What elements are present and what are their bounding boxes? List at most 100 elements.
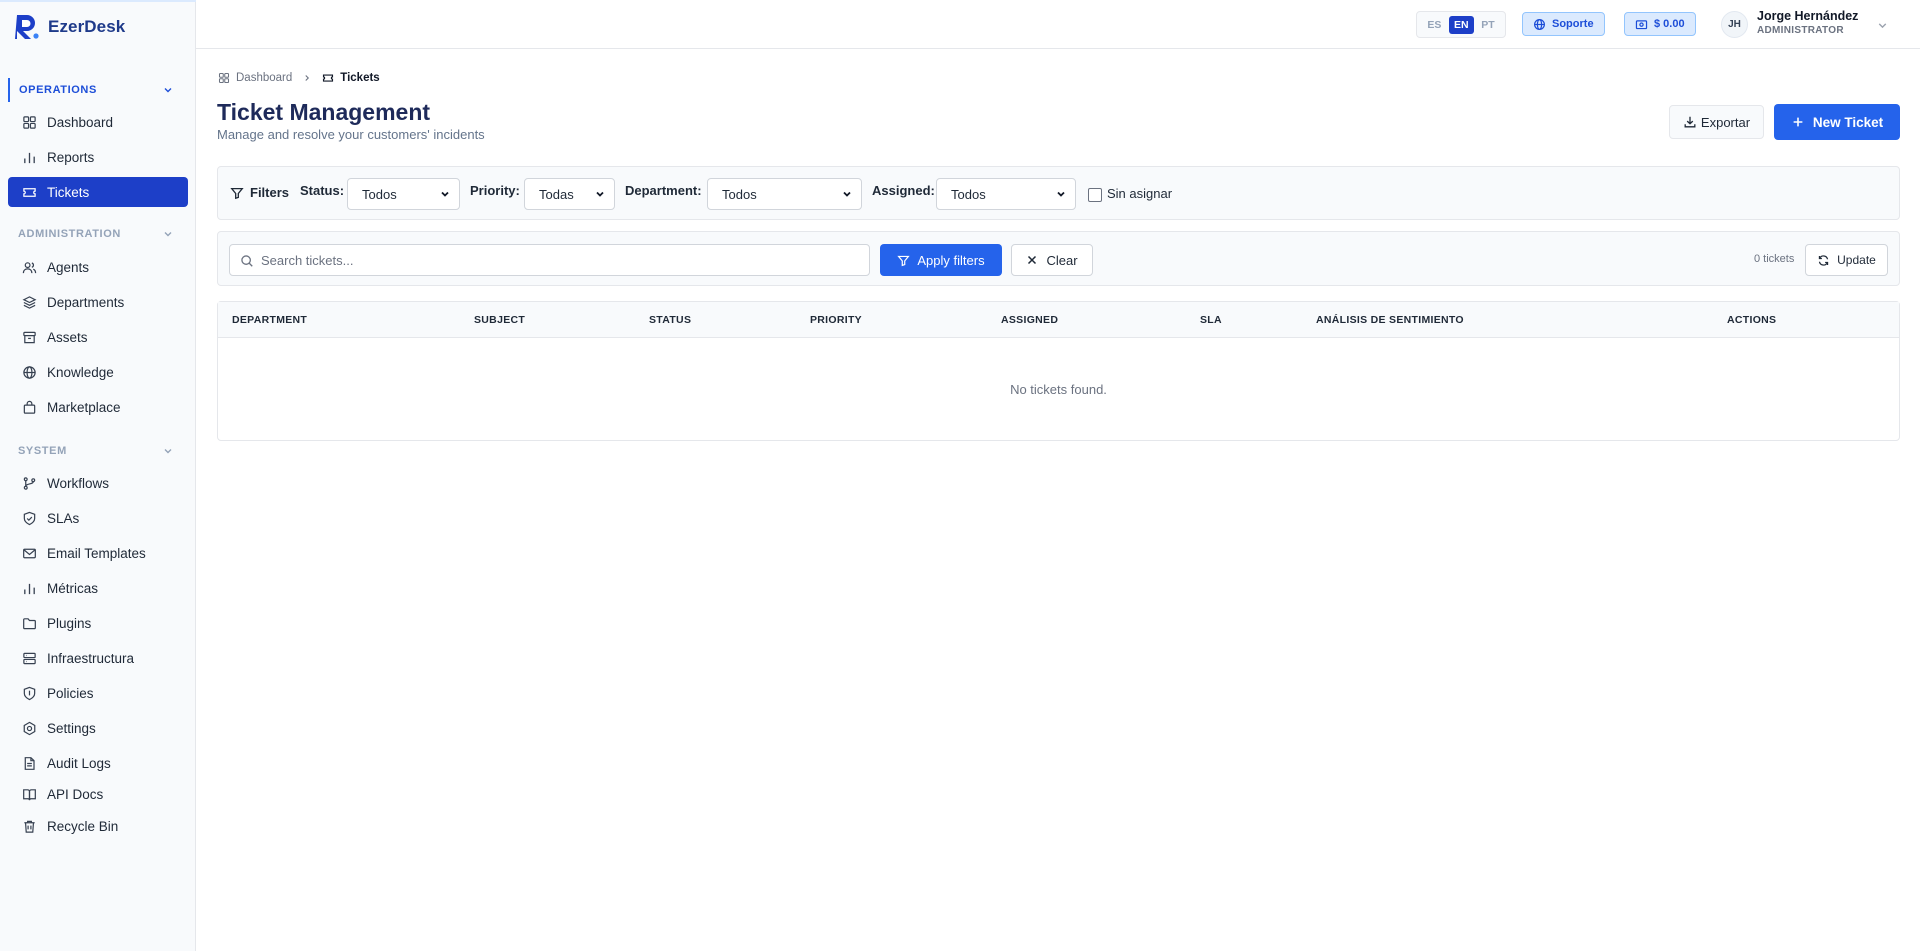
breadcrumb: Dashboard Tickets: [218, 70, 380, 86]
dashboard-grid-icon: [23, 115, 36, 129]
chevron-down-icon: [843, 191, 851, 197]
page-title: Ticket Management: [217, 99, 431, 125]
layers-icon: [22, 295, 37, 309]
sidebar-item-marketplace[interactable]: Marketplace: [8, 392, 188, 422]
update-label: Update: [1837, 253, 1876, 267]
book-open-icon: [23, 788, 36, 800]
column-header-sentiment[interactable]: ANÁLISIS DE SENTIMIENTO: [1316, 314, 1464, 326]
assigned-filter-label: Assigned:: [872, 183, 935, 198]
section-title: ADMINISTRATION: [18, 228, 121, 240]
column-header-subject[interactable]: SUBJECT: [474, 314, 525, 326]
department-select[interactable]: Todos: [707, 178, 862, 210]
sidebar-item-tickets[interactable]: Tickets: [8, 177, 188, 207]
sidebar-item-label: Tickets: [47, 184, 90, 200]
column-header-priority[interactable]: PRIORITY: [810, 314, 862, 326]
new-ticket-button[interactable]: New Ticket: [1774, 104, 1900, 140]
sidebar-item-label: Workflows: [47, 475, 110, 491]
server-icon: [23, 652, 36, 664]
filters-title-text: Filters: [250, 185, 290, 200]
sidebar-item-label: SLAs: [47, 510, 80, 526]
bar-chart-icon: [24, 583, 35, 594]
column-header-status[interactable]: STATUS: [649, 314, 691, 326]
sidebar-item-reports[interactable]: Reports: [8, 142, 188, 172]
chevron-down-icon: [1057, 191, 1065, 197]
dashboard-grid-icon: [218, 72, 230, 84]
sidebar-item-policies[interactable]: Policies: [8, 678, 188, 708]
sidebar-item-plugins[interactable]: Plugins: [8, 608, 188, 638]
chevron-down-icon: [164, 88, 172, 93]
support-label: Soporte: [1552, 18, 1594, 30]
search-icon: [241, 255, 253, 267]
language-es[interactable]: ES: [1422, 16, 1446, 34]
sidebar-item-knowledge[interactable]: Knowledge: [8, 357, 188, 387]
status-select[interactable]: Todos: [347, 178, 460, 210]
support-button[interactable]: Soporte: [1522, 12, 1605, 36]
sidebar-item-agents[interactable]: Agents: [8, 252, 188, 282]
export-button[interactable]: Exportar: [1669, 105, 1764, 139]
shield-icon: [23, 686, 36, 700]
user-name[interactable]: Jorge Hernández: [1757, 9, 1858, 23]
breadcrumb-home-link[interactable]: Dashboard: [236, 72, 292, 84]
clear-button[interactable]: Clear: [1011, 244, 1093, 276]
sidebar-item-label: Métricas: [47, 580, 99, 596]
column-header-sla[interactable]: SLA: [1200, 314, 1222, 326]
filters-title: Filters: [230, 185, 289, 200]
new-ticket-label: New Ticket: [1812, 114, 1884, 130]
sidebar: EzerDesk OPERATIONS Dashboard Reports Ti…: [0, 0, 196, 951]
sidebar-item-settings[interactable]: Settings: [8, 713, 188, 743]
wallet-icon: [1635, 19, 1648, 29]
unassigned-checkbox[interactable]: [1088, 188, 1102, 202]
avatar[interactable]: JH: [1721, 11, 1748, 38]
column-header-assigned[interactable]: ASSIGNED: [1001, 314, 1058, 326]
table-header: DEPARTMENT SUBJECT STATUS PRIORITY ASSIG…: [218, 302, 1899, 338]
sidebar-item-recycle-bin[interactable]: Recycle Bin: [8, 811, 188, 841]
update-button[interactable]: Update: [1805, 244, 1888, 276]
chevron-down-icon: [596, 191, 604, 197]
filter-icon: [230, 187, 244, 199]
bar-chart-icon: [24, 152, 35, 163]
sidebar-item-metricas[interactable]: Métricas: [8, 573, 188, 603]
chevron-down-icon[interactable]: [1876, 19, 1889, 32]
sidebar-item-label: Assets: [47, 329, 88, 345]
language-pt[interactable]: PT: [1476, 16, 1499, 34]
ticket-icon: [23, 187, 36, 197]
chevron-down-icon: [441, 191, 449, 197]
search-box[interactable]: [229, 244, 870, 276]
sidebar-item-email-templates[interactable]: Email Templates: [8, 538, 188, 568]
language-switcher: ES EN PT: [1416, 11, 1506, 38]
column-header-department[interactable]: DEPARTMENT: [232, 314, 307, 326]
apply-filters-button[interactable]: Apply filters: [880, 244, 1002, 276]
section-header-operations[interactable]: OPERATIONS: [8, 78, 180, 102]
search-input[interactable]: [261, 245, 861, 275]
sidebar-item-audit-logs[interactable]: Audit Logs: [8, 748, 188, 778]
refresh-icon: [1818, 254, 1829, 266]
empty-state-message: No tickets found.: [1010, 382, 1107, 397]
ticket-count: 0 tickets: [1754, 253, 1795, 265]
unassigned-label[interactable]: Sin asignar: [1107, 186, 1172, 201]
sidebar-item-label: Policies: [47, 685, 94, 701]
status-select-value: Todos: [362, 186, 397, 202]
priority-select[interactable]: Todas: [524, 178, 615, 210]
sidebar-item-dashboard[interactable]: Dashboard: [8, 107, 188, 137]
brand[interactable]: EzerDesk: [14, 12, 125, 42]
file-text-icon: [24, 756, 35, 770]
globe-icon: [23, 365, 36, 379]
sidebar-item-slas[interactable]: SLAs: [8, 503, 188, 533]
sidebar-item-label: Settings: [47, 720, 96, 736]
language-en[interactable]: EN: [1449, 15, 1474, 34]
chevron-down-icon: [164, 449, 172, 454]
sidebar-item-departments[interactable]: Departments: [8, 287, 188, 317]
balance-button[interactable]: $ 0.00: [1624, 12, 1696, 36]
archive-icon: [23, 331, 36, 343]
sidebar-item-workflows[interactable]: Workflows: [8, 468, 188, 498]
section-header-administration[interactable]: ADMINISTRATION: [8, 222, 180, 246]
assigned-select[interactable]: Todos: [936, 178, 1076, 210]
sidebar-item-assets[interactable]: Assets: [8, 322, 188, 352]
sidebar-item-api-docs[interactable]: API Docs: [8, 779, 188, 809]
sidebar-item-label: Recycle Bin: [47, 818, 119, 834]
shield-check-icon: [23, 511, 36, 525]
sidebar-item-label: Dashboard: [47, 114, 114, 130]
git-branch-icon: [23, 476, 36, 490]
sidebar-item-infraestructura[interactable]: Infraestructura: [8, 643, 188, 673]
section-header-system[interactable]: SYSTEM: [8, 439, 180, 463]
